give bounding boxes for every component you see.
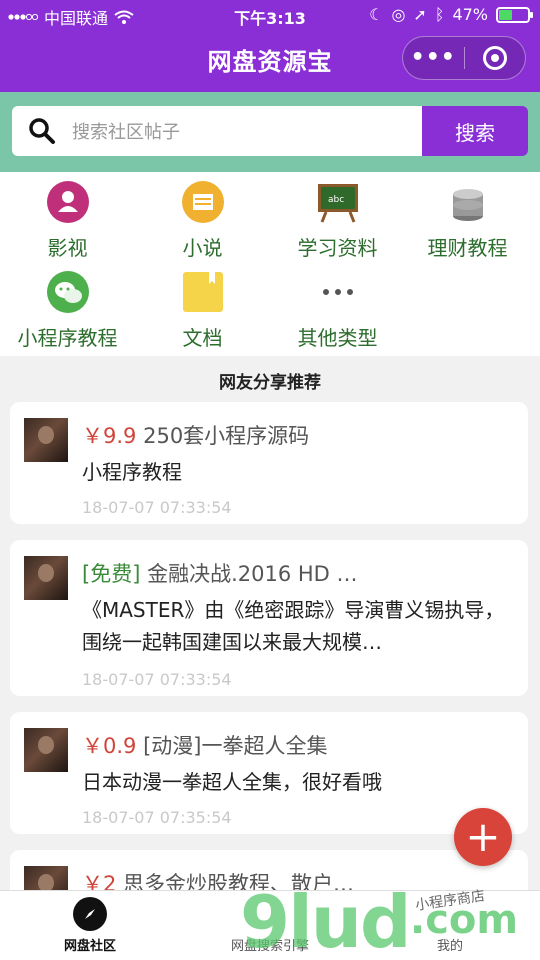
section-title: 网友分享推荐: [219, 373, 321, 393]
post-title: 250套小程序源码: [143, 424, 310, 448]
category-miniprogram[interactable]: 小程序教程: [0, 270, 135, 351]
watermark-logo: 9lud: [240, 880, 412, 960]
post-thumbnail: [24, 556, 68, 600]
post-price: ￥9.9: [82, 424, 137, 448]
book-icon: [181, 180, 225, 224]
coins-icon: [446, 180, 490, 224]
plus-icon: +: [465, 812, 501, 861]
post-thumbnail: [24, 728, 68, 772]
mini-program-capsule: •••: [402, 36, 526, 80]
category-label: 学习资料: [297, 236, 378, 260]
category-finance[interactable]: 理财教程: [400, 180, 535, 261]
category-label: 小说: [182, 236, 223, 260]
battery-percent: 47%: [452, 5, 488, 24]
location-icon: ➚: [413, 5, 427, 24]
search-bar: 搜索社区帖子 搜索: [0, 92, 540, 172]
target-icon: [482, 46, 507, 70]
search-placeholder: 搜索社区帖子: [72, 122, 180, 143]
search-input[interactable]: 搜索社区帖子: [12, 106, 422, 156]
close-mini-program-button[interactable]: [465, 37, 526, 79]
category-label: 文档: [182, 326, 223, 350]
post-description: 小程序教程: [82, 460, 182, 484]
add-post-button[interactable]: +: [454, 808, 512, 866]
category-novels[interactable]: 小说: [135, 180, 270, 261]
category-movies[interactable]: 影视: [0, 180, 135, 261]
tab-community[interactable]: 网盘社区: [0, 897, 180, 954]
post-time: 18-07-07 07:35:54: [82, 808, 232, 827]
top-bar: 中国联通 下午3:13 ☾ ◎ ➚ ᛒ 47% 网盘资源宝 •••: [0, 0, 540, 92]
post-title-line: ￥9.9 250套小程序源码: [82, 420, 512, 450]
post-card[interactable]: [免费] 金融决战.2016 HD … 《MASTER》由《绝密跟踪》导演曹义锡…: [10, 540, 528, 696]
post-title-line: [免费] 金融决战.2016 HD …: [82, 558, 512, 588]
category-label: 影视: [47, 236, 88, 260]
chalkboard-icon: abc: [316, 180, 360, 224]
category-label: 小程序教程: [17, 326, 118, 350]
post-time: 18-07-07 07:33:54: [82, 498, 232, 517]
status-bar: 中国联通 下午3:13 ☾ ◎ ➚ ᛒ 47%: [0, 0, 540, 30]
post-card[interactable]: ￥9.9 250套小程序源码 小程序教程 18-07-07 07:33:54: [10, 402, 528, 524]
more-dots-icon: •••: [410, 45, 456, 70]
category-label: 理财教程: [427, 236, 508, 260]
post-description: 日本动漫一拳超人全集，很好看哦: [82, 770, 382, 794]
more-menu-button[interactable]: •••: [403, 37, 464, 79]
category-grid: 影视 小说 abc 学习资料 理财教程 小程序教程 文档 其他类型: [0, 172, 540, 356]
bluetooth-icon: ᛒ: [434, 5, 445, 24]
post-free-tag: [免费]: [82, 562, 141, 586]
category-label: 其他类型: [297, 326, 378, 350]
battery-icon: [496, 6, 533, 23]
post-card[interactable]: ￥0.9 [动漫]一拳超人全集 日本动漫一拳超人全集，很好看哦 18-07-07…: [10, 712, 528, 834]
search-button[interactable]: 搜索: [422, 106, 528, 156]
post-title: 金融决战.2016 HD …: [147, 562, 358, 586]
category-documents[interactable]: 文档: [135, 270, 270, 351]
post-time: 18-07-07 07:33:54: [82, 670, 232, 689]
chat-icon: [46, 270, 90, 314]
search-icon: [12, 117, 72, 145]
compass-icon: [73, 897, 107, 931]
category-other[interactable]: 其他类型: [270, 270, 405, 351]
post-description: 《MASTER》由《绝密跟踪》导演曹义锡执导，围绕一起韩国建国以来最大规模…: [82, 598, 505, 654]
post-thumbnail: [24, 418, 68, 462]
moon-icon: ☾: [369, 5, 384, 24]
folder-icon: [181, 270, 225, 314]
svg-text:abc: abc: [328, 195, 344, 205]
person-icon: [46, 180, 90, 224]
category-study[interactable]: abc 学习资料: [270, 180, 405, 261]
lock-rotation-icon: ◎: [391, 5, 406, 24]
post-title-line: ￥0.9 [动漫]一拳超人全集: [82, 730, 512, 760]
more-dots-icon: [316, 270, 360, 314]
tab-label: 网盘社区: [63, 939, 116, 954]
post-price: ￥0.9: [82, 734, 137, 758]
post-title: [动漫]一拳超人全集: [143, 734, 328, 758]
